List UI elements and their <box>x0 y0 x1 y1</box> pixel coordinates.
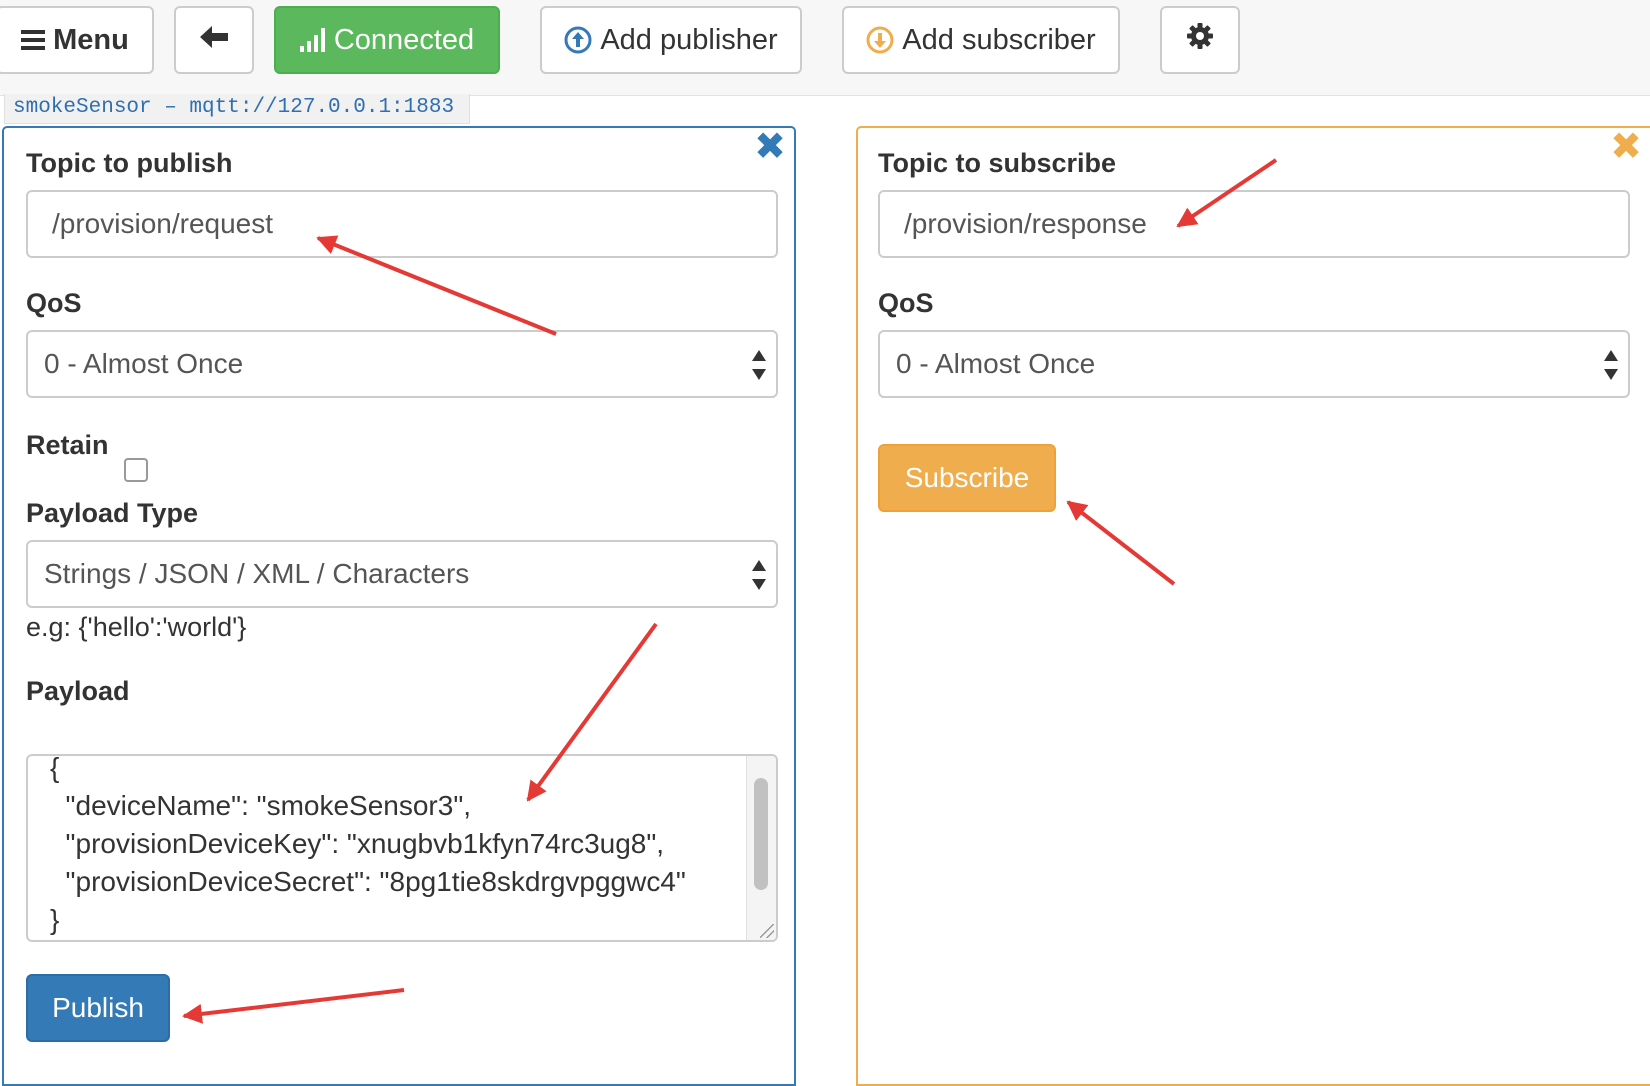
payload-scrollbar-thumb[interactable] <box>754 778 768 890</box>
subscribe-topic-input[interactable]: /provision/response <box>878 190 1630 258</box>
publish-qos-label: QoS <box>26 288 82 318</box>
back-button[interactable] <box>174 6 254 74</box>
circle-arrow-up-icon <box>564 26 592 54</box>
subscribe-qos-label: QoS <box>878 288 934 318</box>
select-arrows-icon <box>752 350 766 380</box>
subscribe-qos-value: 0 - Almost Once <box>896 348 1096 379</box>
subscriber-panel: ✖ Topic to subscribe /provision/response… <box>856 126 1650 1086</box>
add-subscriber-button[interactable]: Add subscriber <box>842 6 1120 74</box>
subscribe-qos-select[interactable]: 0 - Almost Once <box>878 330 1630 398</box>
payload-line: } <box>50 904 60 935</box>
payload-type-label: Payload Type <box>26 498 199 528</box>
payload-type-select[interactable]: Strings / JSON / XML / Characters <box>26 540 778 608</box>
add-subscriber-label: Add subscriber <box>902 23 1096 56</box>
close-publisher-icon[interactable]: ✖ <box>754 128 786 166</box>
payload-label: Payload <box>26 676 130 706</box>
publish-topic-label: Topic to publish <box>26 148 233 178</box>
connection-status-button[interactable]: Connected <box>274 6 500 74</box>
subscribe-topic-label: Topic to subscribe <box>878 148 1117 178</box>
payload-line: { <box>50 754 60 783</box>
publish-button[interactable]: Publish <box>26 974 170 1042</box>
close-subscriber-icon[interactable]: ✖ <box>1610 128 1642 166</box>
arrow-left-icon <box>199 24 229 57</box>
retain-checkbox[interactable] <box>124 458 148 482</box>
retain-label: Retain <box>26 430 109 460</box>
circle-arrow-down-icon <box>866 26 894 54</box>
add-publisher-button[interactable]: Add publisher <box>540 6 802 74</box>
connected-label: Connected <box>333 23 475 56</box>
hamburger-icon <box>21 29 46 51</box>
publish-topic-input[interactable]: /provision/request <box>26 190 778 258</box>
settings-button[interactable] <box>1160 6 1240 74</box>
payload-type-value: Strings / JSON / XML / Characters <box>44 558 470 589</box>
connection-label: smokeSensor – mqtt://127.0.0.1:1883 <box>4 94 470 124</box>
resize-grip-icon[interactable] <box>760 924 774 938</box>
payload-line: "provisionDeviceKey": "xnugbvb1kfyn74rc3… <box>50 828 665 859</box>
payload-textarea[interactable]: { "deviceName": "smokeSensor3", "provisi… <box>26 754 778 942</box>
signal-bars-icon <box>299 28 326 52</box>
select-arrows-icon <box>1604 350 1618 380</box>
publisher-panel: ✖ Topic to publish /provision/request Qo… <box>2 126 796 1086</box>
publish-qos-select[interactable]: 0 - Almost Once <box>26 330 778 398</box>
publish-topic-value: /provision/request <box>52 208 274 239</box>
select-arrows-icon <box>752 560 766 590</box>
menu-button[interactable]: Menu <box>0 6 154 74</box>
gear-icon <box>1186 22 1214 58</box>
top-toolbar: Menu Connected Add publisher Add subscri… <box>0 0 1650 96</box>
publish-qos-value: 0 - Almost Once <box>44 348 244 379</box>
subscribe-topic-value: /provision/response <box>904 208 1147 239</box>
subscribe-button[interactable]: Subscribe <box>878 444 1056 512</box>
payload-line: "provisionDeviceSecret": "8pg1tie8skdrgv… <box>50 866 686 897</box>
add-publisher-label: Add publisher <box>600 23 778 56</box>
payload-hint: e.g: {'hello':'world'} <box>26 612 247 642</box>
payload-line: "deviceName": "smokeSensor3", <box>50 790 472 821</box>
menu-label: Menu <box>53 23 129 56</box>
